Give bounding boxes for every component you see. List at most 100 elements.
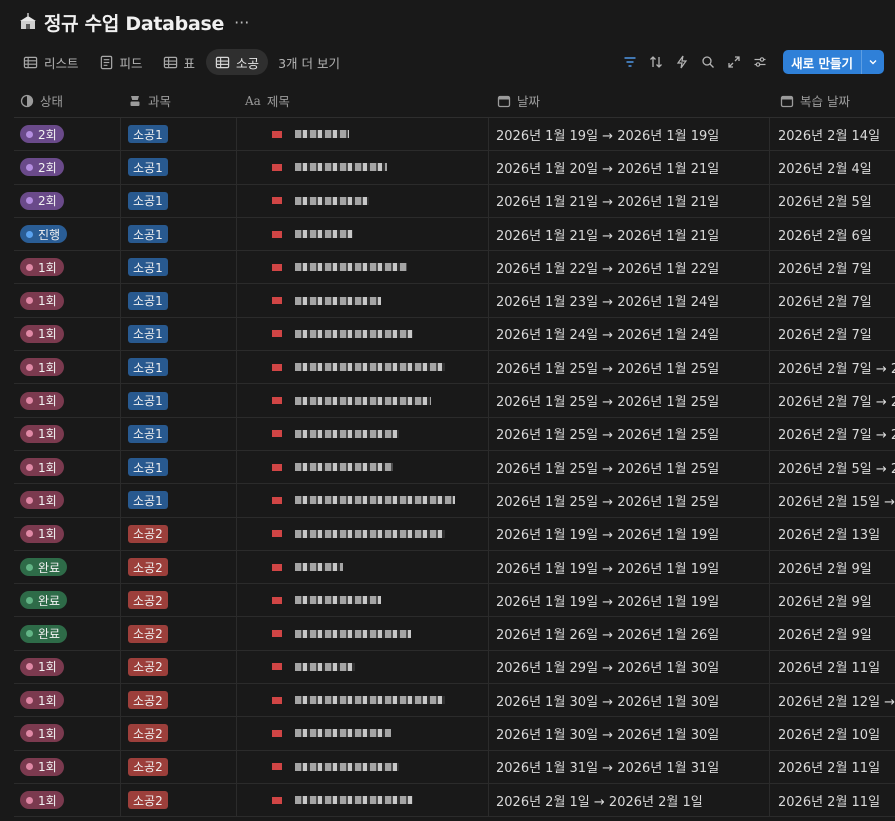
- title-cell[interactable]: [237, 384, 489, 417]
- table-row[interactable]: 2회 소공1 2026년 1월 19일 → 2026년 1월 19일 2026년 2월…: [14, 118, 895, 152]
- date-cell[interactable]: 2026년 1월 29일 → 2026년 1월 30일: [489, 650, 770, 684]
- table-row[interactable]: 1회 소공1 2026년 1월 24일 → 2026년 1월 24일 2026년 2월…: [14, 317, 895, 352]
- table-row[interactable]: 1회 소공2 2026년 1월 29일 → 2026년 1월 30일 2026년 2월…: [14, 650, 895, 685]
- date-cell[interactable]: 2026년 1월 23일 → 2026년 1월 24일: [489, 284, 770, 317]
- review-date-cell[interactable]: 2026년 2월 9일: [770, 551, 895, 583]
- status-cell[interactable]: 1회: [14, 417, 121, 450]
- status-badge[interactable]: 1회: [20, 291, 64, 310]
- subject-cell[interactable]: 소공1: [121, 184, 237, 217]
- title-cell[interactable]: [237, 118, 489, 151]
- status-badge[interactable]: 1회: [20, 524, 64, 543]
- status-cell[interactable]: 완료: [14, 617, 121, 650]
- status-badge[interactable]: 1회: [20, 657, 64, 676]
- table-row[interactable]: 2회 소공1 2026년 1월 20일 → 2026년 1월 21일 2026년 2월…: [14, 151, 895, 185]
- subject-tag[interactable]: 소공1: [128, 125, 168, 144]
- status-badge[interactable]: 1회: [20, 391, 64, 410]
- review-date-cell[interactable]: 2026년 2월 10일: [770, 717, 895, 749]
- status-badge[interactable]: 2회: [20, 158, 64, 177]
- title-cell[interactable]: [237, 550, 489, 584]
- column-header-review[interactable]: 복습 날짜: [770, 84, 895, 117]
- status-cell[interactable]: 1회: [14, 384, 121, 417]
- date-cell[interactable]: 2026년 1월 30일 → 2026년 1월 30일: [489, 717, 770, 750]
- review-date-cell[interactable]: 2026년 2월 15일 → 2: [770, 484, 895, 516]
- title-cell[interactable]: [237, 351, 489, 384]
- date-cell[interactable]: 2026년 1월 22일 → 2026년 1월 22일: [489, 251, 770, 284]
- table-row[interactable]: 1회 소공1 2026년 1월 25일 → 2026년 1월 25일 2026년 2월…: [14, 384, 895, 418]
- column-header-subject[interactable]: 과목: [121, 84, 237, 117]
- status-badge[interactable]: 1회: [20, 458, 64, 477]
- table-row[interactable]: 1회 소공2 2026년 1월 30일 → 2026년 1월 30일 2026년 2월…: [14, 717, 895, 751]
- status-cell[interactable]: 2회: [14, 151, 121, 184]
- subject-cell[interactable]: 소공1: [121, 217, 237, 251]
- filter-button[interactable]: [619, 51, 641, 73]
- status-cell[interactable]: 1회: [14, 650, 121, 684]
- expand-button[interactable]: [723, 51, 745, 73]
- status-cell[interactable]: 2회: [14, 184, 121, 217]
- status-badge[interactable]: 1회: [20, 491, 64, 510]
- tab-list[interactable]: 리스트: [14, 49, 88, 75]
- status-cell[interactable]: 완료: [14, 584, 121, 617]
- status-cell[interactable]: 2회: [14, 118, 121, 151]
- table-row[interactable]: 1회 소공1 2026년 1월 25일 → 2026년 1월 25일 2026년 2월…: [14, 484, 895, 518]
- subject-cell[interactable]: 소공1: [121, 151, 237, 184]
- column-header-status[interactable]: 상태: [14, 84, 121, 117]
- subject-cell[interactable]: 소공2: [121, 617, 237, 650]
- status-badge[interactable]: 1회: [20, 324, 64, 343]
- status-cell[interactable]: 1회: [14, 783, 121, 817]
- title-cell[interactable]: [237, 517, 489, 550]
- table-row[interactable]: 완료 소공2 2026년 1월 19일 → 2026년 1월 19일 2026년 2월…: [14, 584, 895, 618]
- date-cell[interactable]: 2026년 1월 19일 → 2026년 1월 19일: [489, 517, 770, 550]
- review-date-cell[interactable]: 2026년 2월 11일: [770, 751, 895, 783]
- title-cell[interactable]: [237, 650, 489, 684]
- column-header-name[interactable]: Aa 제목: [237, 84, 489, 117]
- status-badge[interactable]: 완료: [20, 558, 68, 576]
- status-cell[interactable]: 1회: [14, 284, 121, 317]
- date-cell[interactable]: 2026년 1월 21일 → 2026년 1월 21일: [489, 184, 770, 217]
- status-cell[interactable]: 1회: [14, 484, 121, 517]
- subject-tag[interactable]: 소공2: [128, 757, 168, 776]
- table-row[interactable]: 1회 소공2 2026년 1월 30일 → 2026년 1월 30일 2026년 2월…: [14, 684, 895, 718]
- subject-tag[interactable]: 소공1: [128, 491, 168, 510]
- status-badge[interactable]: 1회: [20, 258, 64, 277]
- review-date-cell[interactable]: 2026년 2월 4일: [770, 151, 895, 183]
- review-date-cell[interactable]: 2026년 2월 11일: [770, 784, 895, 816]
- status-cell[interactable]: 1회: [14, 750, 121, 783]
- date-cell[interactable]: 2026년 2월 1일 → 2026년 2월 1일: [489, 783, 770, 817]
- date-cell[interactable]: 2026년 1월 25일 → 2026년 1월 25일: [489, 450, 770, 484]
- subject-tag[interactable]: 소공2: [128, 691, 168, 710]
- subject-tag[interactable]: 소공2: [128, 657, 168, 676]
- title-cell[interactable]: [237, 584, 489, 617]
- date-cell[interactable]: 2026년 1월 24일 → 2026년 1월 24일: [489, 317, 770, 351]
- status-badge[interactable]: 완료: [20, 591, 68, 610]
- subject-tag[interactable]: 소공2: [128, 558, 168, 576]
- tab-table[interactable]: 표: [154, 49, 205, 75]
- more-views-button[interactable]: 3개 더 보기: [278, 53, 340, 72]
- subject-tag[interactable]: 소공2: [128, 724, 168, 743]
- subject-tag[interactable]: 소공1: [128, 324, 168, 343]
- review-date-cell[interactable]: 2026년 2월 7일 → 20: [770, 418, 895, 450]
- subject-cell[interactable]: 소공1: [121, 351, 237, 384]
- subject-cell[interactable]: 소공2: [121, 783, 237, 817]
- review-date-cell[interactable]: 2026년 2월 7일 → 20: [770, 384, 895, 416]
- title-cell[interactable]: [237, 617, 489, 650]
- table-row[interactable]: 1회 소공1 2026년 1월 25일 → 2026년 1월 25일 2026년 2월…: [14, 450, 895, 485]
- title-cell[interactable]: [237, 450, 489, 484]
- subject-tag[interactable]: 소공1: [128, 358, 168, 377]
- status-cell[interactable]: 완료: [14, 550, 121, 584]
- subject-tag[interactable]: 소공2: [128, 624, 168, 643]
- column-header-date[interactable]: 날짜: [489, 84, 770, 117]
- date-cell[interactable]: 2026년 1월 19일 → 2026년 1월 19일: [489, 550, 770, 584]
- table-row[interactable]: 1회 소공2 2026년 1월 31일 → 2026년 1월 31일 2026년 2월…: [14, 750, 895, 784]
- status-badge[interactable]: 1회: [20, 424, 64, 443]
- subject-tag[interactable]: 소공1: [128, 258, 168, 277]
- review-date-cell[interactable]: 2026년 2월 12일 → 2: [770, 684, 895, 716]
- status-badge[interactable]: 2회: [20, 191, 64, 210]
- status-badge[interactable]: 1회: [20, 791, 64, 810]
- status-badge[interactable]: 1회: [20, 757, 64, 776]
- tab-feed[interactable]: 피드: [90, 49, 152, 75]
- subject-cell[interactable]: 소공1: [121, 384, 237, 417]
- automation-button[interactable]: [671, 51, 693, 73]
- date-cell[interactable]: 2026년 1월 31일 → 2026년 1월 31일: [489, 750, 770, 783]
- status-cell[interactable]: 진행: [14, 217, 121, 251]
- more-options-button[interactable]: ···: [234, 13, 249, 32]
